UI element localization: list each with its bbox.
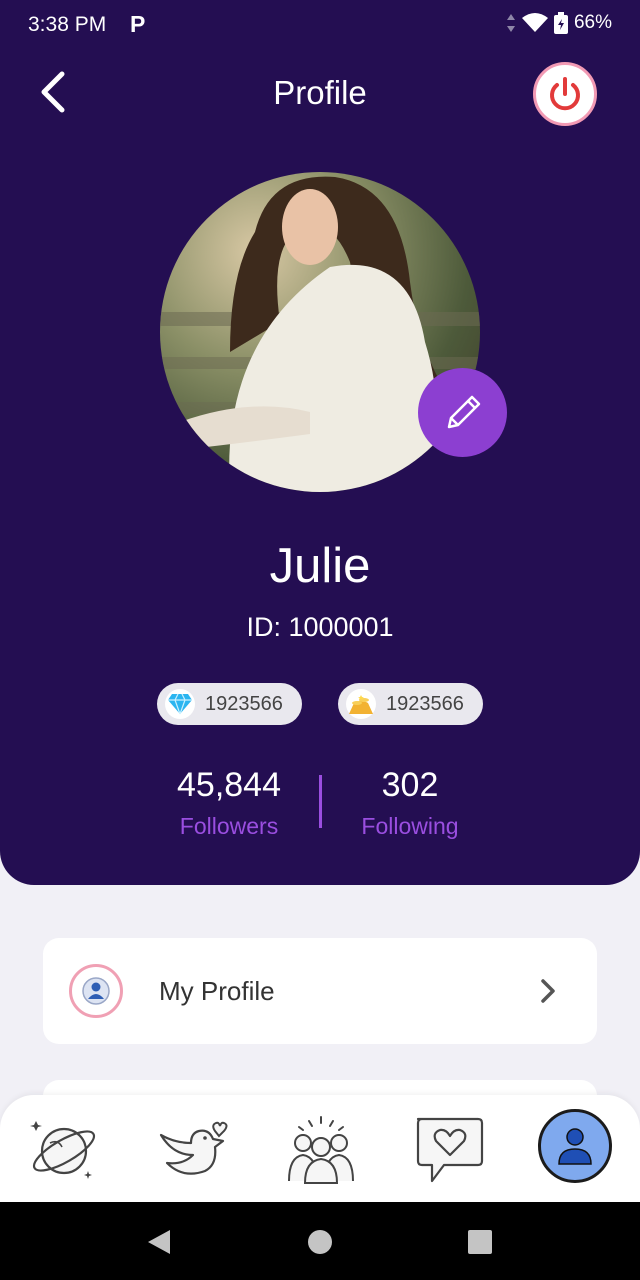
status-bar: 3:38 PM P 66% [0,0,640,50]
user-badge-icon [82,977,110,1005]
profile-id: ID: 1000001 [246,612,394,642]
menu-item-icon-frame [69,964,123,1018]
user-icon [558,1128,592,1165]
gems-balance[interactable]: 1923566 [157,683,302,725]
system-home-icon[interactable] [307,1229,333,1255]
status-icons: 66% [506,12,612,34]
coins-icon [349,695,373,714]
coins-count: 1923566 [386,692,464,715]
followers-label: Followers [179,813,279,839]
nav-item-groups[interactable] [283,1111,359,1187]
following-label: Following [361,813,459,839]
chevron-right-icon [541,979,555,1003]
power-icon [550,77,580,111]
system-back-icon[interactable] [146,1229,172,1255]
bottom-navigation [0,1095,640,1205]
following-count: 302 [381,766,439,804]
system-navigation-bar [0,1202,640,1280]
edit-avatar-button[interactable] [418,368,507,457]
wifi-icon [521,13,548,32]
status-time: 3:38 PM [28,13,107,36]
logout-button[interactable] [533,62,597,126]
followers-stat[interactable]: 45,844 Followers [144,766,314,840]
profile-name: Julie [269,539,371,593]
pencil-icon [447,395,480,428]
diamond-icon [168,693,192,715]
nav-item-chat[interactable] [410,1111,486,1187]
group-icon [288,1116,354,1184]
data-arrows-icon [506,14,515,32]
system-recents-icon[interactable] [467,1229,493,1255]
nav-item-match[interactable] [153,1111,229,1187]
gems-count: 1923566 [205,692,283,715]
following-stat[interactable]: 302 Following [325,766,495,840]
battery-icon [553,12,568,34]
stats-divider [319,775,322,828]
menu-item-my-profile[interactable]: My Profile [43,938,597,1044]
nav-item-profile[interactable] [538,1109,612,1183]
bird-heart-icon [159,1121,228,1175]
menu-item-label: My Profile [159,976,275,1006]
app-indicator: P [130,11,146,37]
nav-item-explore[interactable] [26,1111,102,1187]
battery-percent: 66% [573,12,612,33]
planet-icon [30,1121,96,1179]
coins-balance[interactable]: 1923566 [338,683,483,725]
followers-count: 45,844 [177,766,281,804]
chat-heart-icon [416,1117,484,1183]
